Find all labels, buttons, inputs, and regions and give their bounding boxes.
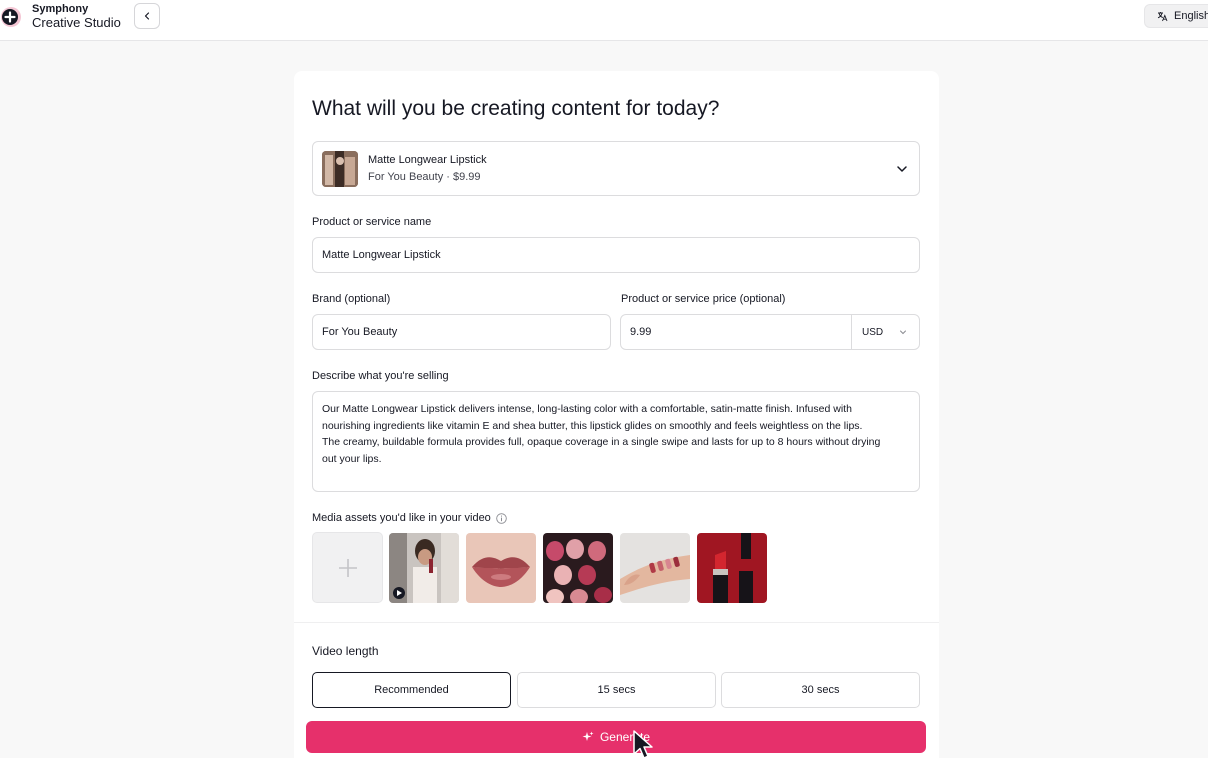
selected-product-name: Matte Longwear Lipstick (368, 154, 487, 166)
currency-value: USD (862, 326, 884, 338)
plus-icon (338, 558, 357, 577)
mouse-cursor-icon (633, 730, 653, 758)
top-bar: Symphony Creative Studio English (0, 0, 1208, 41)
media-asset-video[interactable] (389, 533, 459, 603)
selected-product-subtitle: For You Beauty · $9.99 (368, 171, 481, 183)
brand-name: Symphony (32, 3, 89, 15)
collapse-button[interactable] (134, 3, 160, 29)
description-line: nourishing ingredients like vitamin E an… (322, 419, 863, 432)
section-divider (294, 622, 939, 623)
media-asset-image[interactable] (466, 533, 536, 603)
video-length-label: Video length (312, 644, 379, 658)
product-select-dropdown[interactable]: Matte Longwear Lipstick For You Beauty ·… (312, 141, 920, 196)
product-name-label: Product or service name (312, 216, 432, 228)
media-asset-image[interactable] (620, 533, 690, 603)
description-textarea[interactable]: Our Matte Longwear Lipstick delivers int… (312, 391, 920, 492)
description-line: out your lips. (322, 452, 382, 465)
brand-label: Brand (optional) (312, 293, 391, 305)
description-line: The creamy, buildable formula provides f… (322, 436, 881, 448)
chevron-down-icon (897, 166, 907, 172)
media-label: Media assets you'd like in your video (312, 512, 491, 524)
language-label: English (1174, 10, 1208, 22)
chevron-down-icon (900, 330, 907, 335)
media-asset-image[interactable] (543, 533, 613, 603)
price-value: 9.99 (630, 326, 652, 338)
info-icon[interactable] (496, 512, 507, 524)
add-media-button[interactable] (312, 532, 383, 603)
media-label-row: Media assets you'd like in your video (312, 512, 507, 524)
media-asset-image[interactable] (697, 533, 767, 603)
chevron-left-icon (144, 12, 150, 20)
sparkle-icon (582, 731, 594, 741)
price-label: Product or service price (optional) (621, 293, 786, 305)
product-name-input[interactable]: Matte Longwear Lipstick (312, 237, 920, 273)
brand-input[interactable]: For You Beauty (312, 314, 611, 350)
video-length-recommended[interactable]: Recommended (312, 672, 511, 708)
symphony-logo-icon (0, 3, 24, 30)
generate-button[interactable]: Generate (306, 721, 926, 753)
page-title: What will you be creating content for to… (312, 97, 720, 120)
video-length-15[interactable]: 15 secs (517, 672, 716, 708)
translate-icon (1157, 11, 1168, 21)
content-form-card: What will you be creating content for to… (294, 71, 939, 758)
currency-select[interactable]: USD (851, 314, 920, 350)
brand-product: Creative Studio (32, 15, 121, 30)
video-length-30[interactable]: 30 secs (721, 672, 920, 708)
description-line: Our Matte Longwear Lipstick delivers int… (322, 403, 852, 415)
description-label: Describe what you're selling (312, 370, 449, 382)
language-button[interactable]: English (1144, 4, 1208, 28)
product-thumbnail (322, 151, 358, 187)
